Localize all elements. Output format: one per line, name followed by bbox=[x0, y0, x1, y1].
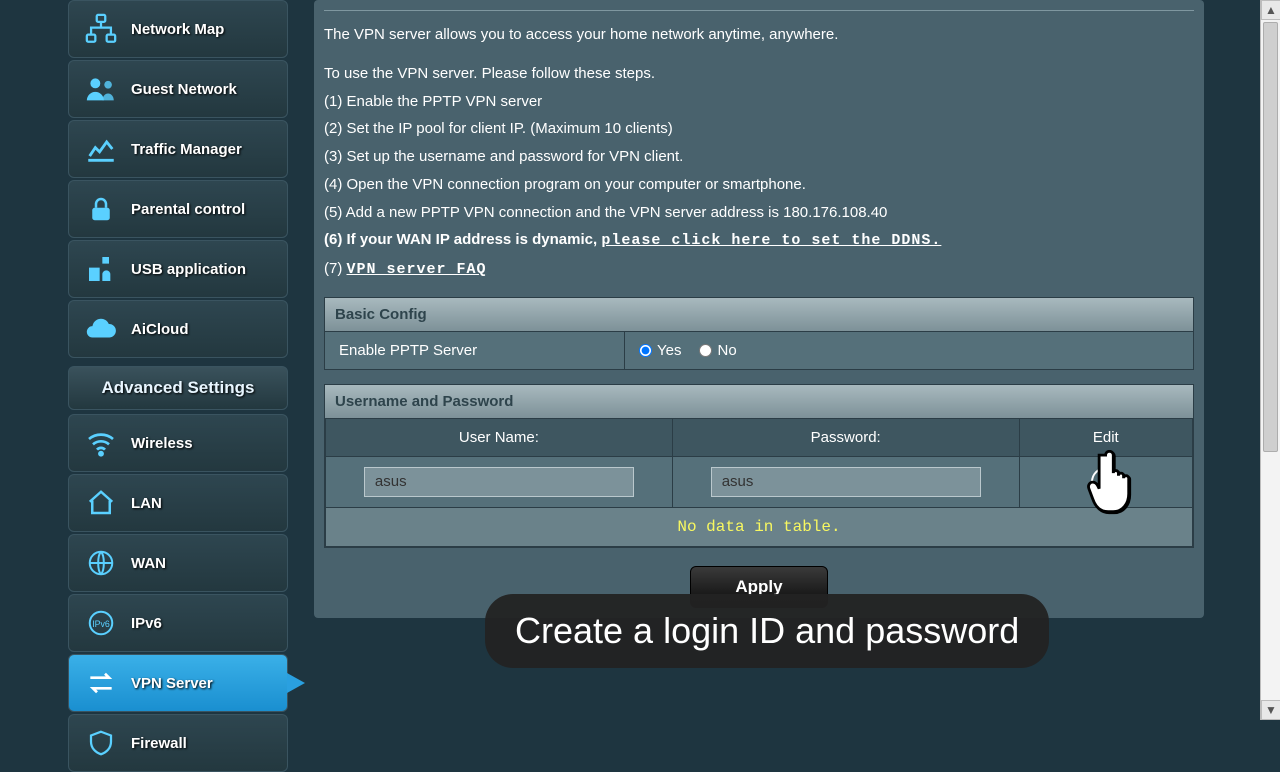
sidebar-item-network-map[interactable]: Network Map bbox=[68, 0, 288, 58]
sidebar-item-label: Guest Network bbox=[131, 81, 237, 98]
scroll-up-icon[interactable]: ▲ bbox=[1261, 0, 1280, 20]
sidebar-item-wireless[interactable]: Wireless bbox=[68, 414, 288, 472]
sidebar-item-label: Traffic Manager bbox=[131, 141, 242, 158]
sidebar-item-aicloud[interactable]: AiCloud bbox=[68, 300, 288, 358]
home-icon bbox=[81, 483, 121, 523]
col-username: User Name: bbox=[326, 418, 673, 456]
scroll-thumb[interactable] bbox=[1263, 22, 1278, 452]
username-password-header: Username and Password bbox=[325, 385, 1193, 418]
ddns-link[interactable]: please click here to set the DDNS. bbox=[601, 232, 941, 249]
scrollbar[interactable]: ▲ ▼ bbox=[1260, 0, 1280, 720]
sidebar-item-wan[interactable]: WAN bbox=[68, 534, 288, 592]
sidebar-item-lan[interactable]: LAN bbox=[68, 474, 288, 532]
tutorial-overlay: Create a login ID and password bbox=[485, 594, 1049, 668]
swap-icon bbox=[81, 663, 121, 703]
sidebar-item-label: Parental control bbox=[131, 201, 245, 218]
radio-yes[interactable] bbox=[639, 344, 652, 357]
col-password: Password: bbox=[672, 418, 1019, 456]
scroll-down-icon[interactable]: ▼ bbox=[1261, 700, 1280, 720]
lock-icon bbox=[81, 189, 121, 229]
sidebar-item-ipv6[interactable]: IPv6 IPv6 bbox=[68, 594, 288, 652]
sidebar-item-label: Network Map bbox=[131, 21, 224, 38]
radio-no[interactable] bbox=[699, 344, 712, 357]
ipv6-icon: IPv6 bbox=[81, 603, 121, 643]
svg-text:IPv6: IPv6 bbox=[92, 619, 110, 629]
advanced-settings-header: Advanced Settings bbox=[68, 366, 288, 410]
users-icon bbox=[81, 69, 121, 109]
sidebar-item-label: VPN Server bbox=[131, 675, 213, 692]
sidebar-item-label: USB application bbox=[131, 261, 246, 278]
sidebar-item-label: LAN bbox=[131, 495, 162, 512]
network-map-icon bbox=[81, 9, 121, 49]
sidebar-item-vpn-server[interactable]: VPN Server bbox=[68, 654, 288, 712]
shield-icon bbox=[81, 723, 121, 763]
enable-pptp-no[interactable]: No bbox=[699, 342, 736, 359]
sidebar-item-label: AiCloud bbox=[131, 321, 189, 338]
sidebar-item-label: IPv6 bbox=[131, 615, 162, 632]
username-password-panel: Username and Password User Name: Passwor… bbox=[324, 384, 1194, 548]
enable-pptp-yes[interactable]: Yes bbox=[639, 342, 681, 359]
basic-config-header: Basic Config bbox=[325, 298, 1193, 331]
globe-icon bbox=[81, 543, 121, 583]
sidebar-item-usb-application[interactable]: USB application bbox=[68, 240, 288, 298]
sidebar-item-traffic-manager[interactable]: Traffic Manager bbox=[68, 120, 288, 178]
wifi-icon bbox=[81, 423, 121, 463]
basic-config-panel: Basic Config Enable PPTP Server Yes No bbox=[324, 297, 1194, 370]
scroll-track[interactable] bbox=[1261, 20, 1280, 700]
no-data-message: No data in table. bbox=[326, 507, 1193, 546]
sidebar-item-label: Wireless bbox=[131, 435, 193, 452]
cursor-hand-icon bbox=[1086, 450, 1138, 527]
password-input[interactable] bbox=[711, 467, 981, 497]
sidebar-item-guest-network[interactable]: Guest Network bbox=[68, 60, 288, 118]
chart-icon bbox=[81, 129, 121, 169]
sidebar: Network Map Guest Network Traffic Manage… bbox=[0, 0, 288, 720]
enable-pptp-label: Enable PPTP Server bbox=[325, 332, 625, 369]
plugin-icon bbox=[81, 249, 121, 289]
username-input[interactable] bbox=[364, 467, 634, 497]
sidebar-item-parental-control[interactable]: Parental control bbox=[68, 180, 288, 238]
vpn-faq-link[interactable]: VPN server FAQ bbox=[347, 261, 487, 278]
sidebar-item-label: WAN bbox=[131, 555, 166, 572]
sidebar-item-label: Firewall bbox=[131, 735, 187, 752]
intro-text: The VPN server allows you to access your… bbox=[324, 23, 1194, 283]
cloud-icon bbox=[81, 309, 121, 349]
sidebar-item-firewall[interactable]: Firewall bbox=[68, 714, 288, 772]
